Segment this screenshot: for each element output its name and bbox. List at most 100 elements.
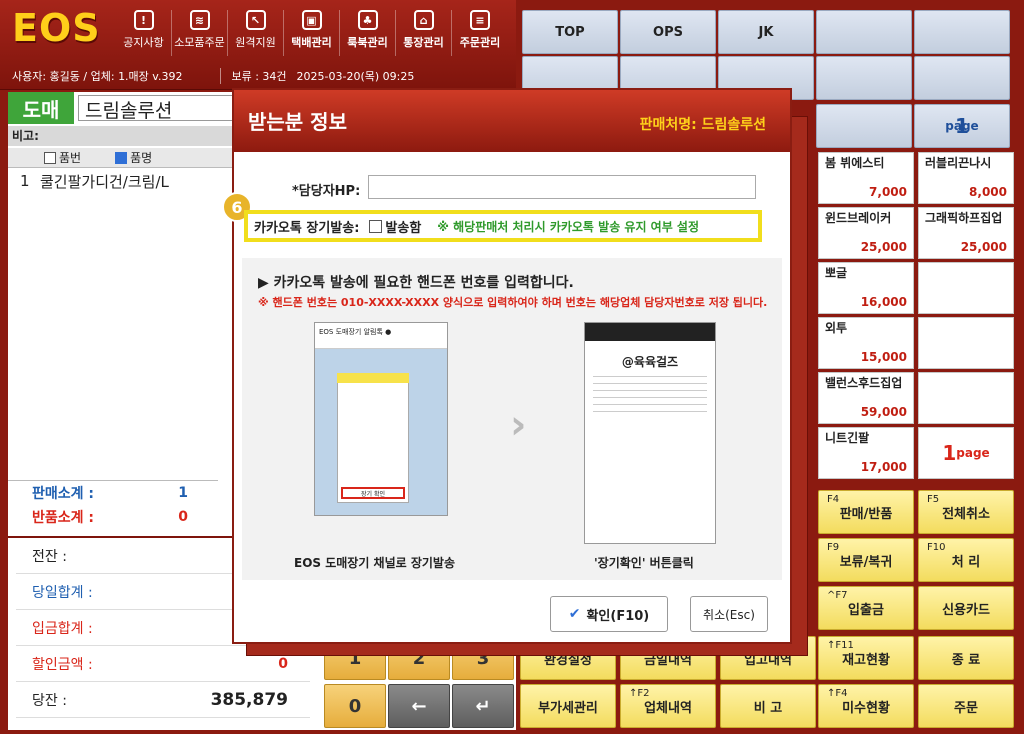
fkey-label: 전체취소 <box>942 506 990 522</box>
sale-mode-button[interactable]: 도매 <box>8 92 74 124</box>
fkey-hold[interactable]: F9 보류/복귀 <box>818 538 914 582</box>
fkey-sale-return[interactable]: F4 판매/반품 <box>818 490 914 534</box>
customer-name-field[interactable]: 드림솔루션 <box>78 95 248 122</box>
top-menu: ! 공지사항 ≋ 소모품주문 ↖ 원격지원 ▣ 택배관리 ♣ 룩북관리 ⌂ 통장관리 ≡ 주문… <box>116 10 508 56</box>
kakao-setting: 카카오톡 장기발송: 발송함 ※ 해당판매처 처리시 카카오톡 발송 유지 여부… <box>244 210 762 242</box>
menu-label: 통장관리 <box>403 36 444 49</box>
category-empty[interactable] <box>816 104 912 148</box>
category-top[interactable]: TOP <box>522 10 618 54</box>
fkey-tag: ↑F4 <box>827 688 848 699</box>
fkey-tag: F4 <box>827 494 840 505</box>
menu-delivery[interactable]: ▣ 택배관리 <box>284 10 340 56</box>
guide-line-2: ※ 핸드폰 번호는 010-XXXX-XXXX 양식으로 입력하여야 하며 번호… <box>258 296 768 309</box>
menu-bank[interactable]: ⌂ 통장관리 <box>396 10 452 56</box>
category-pager[interactable]: 1 page <box>914 104 1010 148</box>
receipt-phone-screenshot: @육육걸즈 <box>584 322 716 544</box>
fkey-label: 보류/복귀 <box>839 554 893 570</box>
menu-remote[interactable]: ↖ 원격지원 <box>228 10 284 56</box>
product-item[interactable]: 밸런스후드집업 59,000 <box>818 372 914 424</box>
product-item[interactable]: 뽀글 16,000 <box>818 262 914 314</box>
backspace-icon[interactable]: ← <box>388 684 450 728</box>
fkey-cashflow[interactable]: ^F7 입출금 <box>818 586 914 630</box>
menu-notice[interactable]: ! 공지사항 <box>116 10 172 56</box>
chevron-right-icon: › <box>510 402 527 448</box>
product-pager[interactable]: 1 page <box>918 427 1014 479</box>
divider <box>593 383 707 384</box>
kakao-send-checkbox[interactable]: 발송함 <box>369 217 421 236</box>
pager-unit: page <box>956 446 990 460</box>
confirm-button[interactable]: ✔ 확인(F10) <box>550 596 668 632</box>
message-banner <box>337 373 409 383</box>
day-total-label: 당일합계 : <box>32 584 93 601</box>
product-price: 16,000 <box>860 295 907 309</box>
category-jk[interactable]: JK <box>718 10 814 54</box>
enter-icon[interactable]: ↵ <box>452 684 514 728</box>
code-checkbox[interactable] <box>44 151 56 164</box>
menu-supplies[interactable]: ≋ 소모품주문 <box>172 10 228 56</box>
fkey-cancel-all[interactable]: F5 전체취소 <box>918 490 1014 534</box>
product-price: 8,000 <box>969 185 1007 199</box>
fkey-tag: F5 <box>927 494 940 505</box>
divider <box>593 397 707 398</box>
app-header: EOS ! 공지사항 ≋ 소모품주문 ↖ 원격지원 ▣ 택배관리 ♣ 룩북관리 ⌂ 통장관리… <box>0 0 516 90</box>
product-item[interactable]: 윈드브레이커 25,000 <box>818 207 914 259</box>
fkey-inventory[interactable]: ↑F11 재고현황 <box>818 636 914 680</box>
fkey-vat[interactable]: 부가세관리 <box>520 684 616 728</box>
caption-2: '장기확인' 버튼클릭 <box>594 556 694 570</box>
product-empty[interactable] <box>918 262 1014 314</box>
product-item[interactable]: 러블리끈나시 8,000 <box>918 152 1014 204</box>
discount-value: 0 <box>278 655 288 672</box>
menu-lookbook[interactable]: ♣ 룩북관리 <box>340 10 396 56</box>
fkey-credit-card[interactable]: 신용카드 <box>918 586 1014 630</box>
menu-label: 소모품주문 <box>174 36 225 49</box>
fkey-order[interactable]: 주문 <box>918 684 1014 728</box>
menu-label: 원격지원 <box>235 36 276 49</box>
hp-input[interactable] <box>368 175 756 199</box>
lookbook-icon: ♣ <box>357 10 378 30</box>
menu-orders[interactable]: ≡ 주문관리 <box>452 10 508 56</box>
remote-icon: ↖ <box>245 10 266 30</box>
dialog-title: 받는분 정보 <box>248 110 347 134</box>
name-checkbox[interactable] <box>115 151 128 164</box>
kakao-phone-screenshot: EOS 도매장기 알림톡 ● 장기 확인 <box>314 322 448 516</box>
prev-balance-label: 전잔 : <box>32 548 67 565</box>
product-item[interactable]: 니트긴팔 17,000 <box>818 427 914 479</box>
checkbox-icon[interactable] <box>369 219 383 233</box>
fkey-exit[interactable]: 종 료 <box>918 636 1014 680</box>
fkey-memo[interactable]: 비 고 <box>720 684 816 728</box>
kakao-note: ※ 해당판매처 처리시 카카오톡 발송 유지 여부 설정 <box>437 219 700 234</box>
hp-label: *담당자HP: <box>292 184 361 199</box>
fkey-process[interactable]: F10 처 리 <box>918 538 1014 582</box>
return-subtotal: 반품소계 : 0 <box>8 505 218 529</box>
message-bubble <box>337 373 409 503</box>
hold-count[interactable]: 보류 : 34건 <box>220 68 287 84</box>
fkey-tag: F9 <box>827 542 840 553</box>
confirm-label: 확인(F10) <box>586 608 650 624</box>
subtotal-box: 판매소계 : 1 반품소계 : 0 <box>8 480 218 532</box>
fkey-vendor-history[interactable]: ↑F2 업체내역 <box>620 684 716 728</box>
category-ops[interactable]: OPS <box>620 10 716 54</box>
product-empty[interactable] <box>918 317 1014 369</box>
product-item[interactable]: 봄 뷔에스티 7,000 <box>818 152 914 204</box>
cancel-button[interactable]: 취소(Esc) <box>690 596 768 632</box>
fkey-tag: ↑F2 <box>629 688 650 699</box>
category-empty[interactable] <box>914 56 1010 100</box>
product-item[interactable]: 그래픽하프집업 25,000 <box>918 207 1014 259</box>
category-empty[interactable] <box>816 10 912 54</box>
fkey-receivables[interactable]: ↑F4 미수현황 <box>818 684 914 728</box>
product-item[interactable]: 외투 15,000 <box>818 317 914 369</box>
category-empty[interactable] <box>914 10 1010 54</box>
guide-line-1: ▶ 카카오톡 발송에 필요한 핸드폰 번호를 입력합니다. <box>258 275 574 291</box>
category-empty[interactable] <box>816 56 912 100</box>
sales-subtotal-value: 1 <box>178 485 188 501</box>
col-code[interactable]: 품번 <box>44 149 81 166</box>
product-empty[interactable] <box>918 372 1014 424</box>
seller-name: 판매처명: 드림솔루션 <box>639 117 766 133</box>
fkey-label: 주문 <box>954 700 978 716</box>
product-price: 25,000 <box>860 240 907 254</box>
datetime: 2025-03-20(목) 09:25 <box>296 70 415 83</box>
menu-label: 공지사항 <box>123 36 164 49</box>
divider <box>593 411 707 412</box>
col-name[interactable]: 품명 <box>115 149 152 166</box>
numpad-0[interactable]: 0 <box>324 684 386 728</box>
